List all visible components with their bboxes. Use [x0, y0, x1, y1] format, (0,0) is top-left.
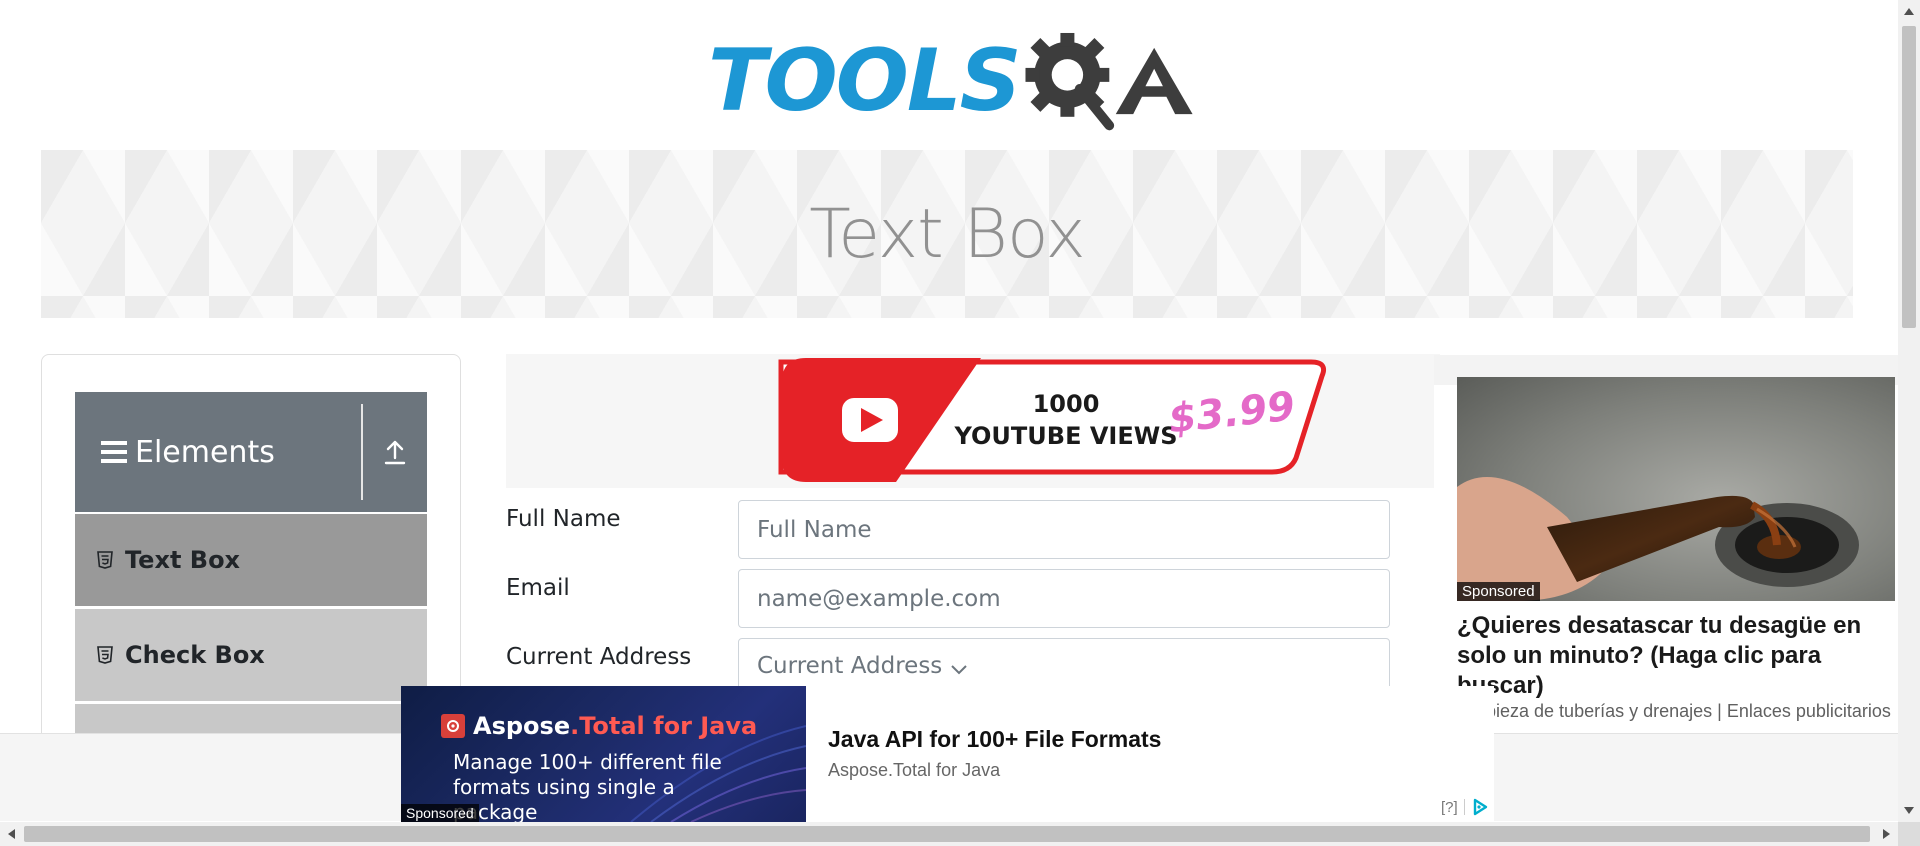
- adchoices[interactable]: [?]: [1441, 798, 1489, 816]
- aspose-brand-suffix: .Total for Java: [570, 712, 758, 740]
- drain-ad-image[interactable]: Sponsored: [1457, 377, 1895, 601]
- full-name-label: Full Name: [506, 506, 621, 532]
- ad-help-link[interactable]: [?]: [1441, 799, 1458, 816]
- horizontal-scroll-thumb[interactable]: [24, 826, 1870, 842]
- chevron-down-icon: [951, 665, 968, 675]
- vertical-scroll-thumb[interactable]: [1902, 26, 1916, 328]
- left-panel: Elements Text Box Check Box: [41, 354, 461, 774]
- bottom-ad-title[interactable]: Java API for 100+ File Formats: [828, 726, 1161, 753]
- adchoices-divider: [1463, 799, 1465, 815]
- sidebar-item-check-box[interactable]: Check Box: [75, 609, 427, 701]
- full-name-input[interactable]: [738, 500, 1390, 559]
- sidebar-item-text-box[interactable]: Text Box: [75, 514, 427, 606]
- html5-icon: [97, 551, 115, 569]
- site-logo[interactable]: TOOLS: [708, 22, 1194, 140]
- aspose-brand-prefix: Aspose: [473, 712, 571, 740]
- bottom-ad-subtitle[interactable]: Aspose.Total for Java: [828, 760, 1000, 781]
- aspose-logo-icon: [441, 714, 465, 738]
- scroll-down-arrow-icon[interactable]: [1898, 800, 1920, 820]
- bottom-sponsored-ad[interactable]: Aspose .Total for Java Manage 100+ differ…: [401, 686, 1494, 822]
- page-banner: Text Box: [41, 150, 1853, 318]
- logo-a-icon: [1115, 47, 1193, 115]
- collapse-toggle[interactable]: [363, 439, 427, 465]
- sidebar-item-label: Text Box: [125, 546, 241, 574]
- right-sponsored-ad[interactable]: Sponsored ¿Quieres desatascar tu desagüe…: [1434, 355, 1900, 745]
- hamburger-icon: [101, 441, 127, 463]
- ad-line2: YOUTUBE VIEWS: [954, 422, 1178, 450]
- group-title: Elements: [75, 392, 361, 512]
- right-ad-title[interactable]: ¿Quieres desatascar tu desagüe en solo u…: [1457, 611, 1897, 701]
- adchoices-icon[interactable]: [1471, 798, 1489, 816]
- aspose-brand: Aspose .Total for Java: [441, 712, 757, 740]
- full-name-row: Full Name: [506, 500, 1390, 560]
- elements-group-header[interactable]: Elements: [75, 392, 427, 512]
- sponsored-tag: Sponsored: [401, 804, 479, 822]
- horizontal-scrollbar[interactable]: [0, 822, 1898, 846]
- youtube-ad-graphic: 1000 YOUTUBE VIEWS $3.99: [778, 358, 1327, 482]
- sponsored-tag: Sponsored: [1457, 582, 1540, 601]
- sidebar-item-label: Check Box: [125, 641, 265, 669]
- email-row: Email: [506, 569, 1390, 629]
- ad-line1: 1000: [1033, 390, 1100, 418]
- group-title-label: Elements: [135, 434, 275, 470]
- youtube-views-ad[interactable]: 1000 YOUTUBE VIEWS $3.99: [506, 354, 1440, 488]
- scroll-left-arrow-icon[interactable]: [2, 822, 22, 846]
- drain-photo: [1457, 377, 1895, 601]
- scroll-right-arrow-icon[interactable]: [1876, 822, 1896, 846]
- upload-arrow-icon: [384, 440, 406, 465]
- current-address-label: Current Address: [506, 644, 692, 670]
- vertical-scrollbar[interactable]: [1898, 0, 1920, 822]
- html5-icon: [97, 646, 115, 664]
- current-address-placeholder: Current Address: [757, 653, 943, 679]
- right-ad-source[interactable]: Limpieza de tuberías y drenajes | Enlace…: [1457, 701, 1897, 722]
- aspose-description: Manage 100+ different file formats using…: [453, 750, 722, 822]
- gear-magnifier-icon: [1025, 32, 1114, 131]
- logo-text: TOOLS: [708, 31, 1022, 131]
- scroll-up-arrow-icon[interactable]: [1898, 2, 1920, 22]
- page-title: Text Box: [809, 194, 1085, 274]
- scrollbar-corner: [1898, 822, 1920, 846]
- aspose-ad-image[interactable]: Aspose .Total for Java Manage 100+ differ…: [401, 686, 806, 822]
- email-label: Email: [506, 575, 570, 601]
- email-input[interactable]: [738, 569, 1390, 628]
